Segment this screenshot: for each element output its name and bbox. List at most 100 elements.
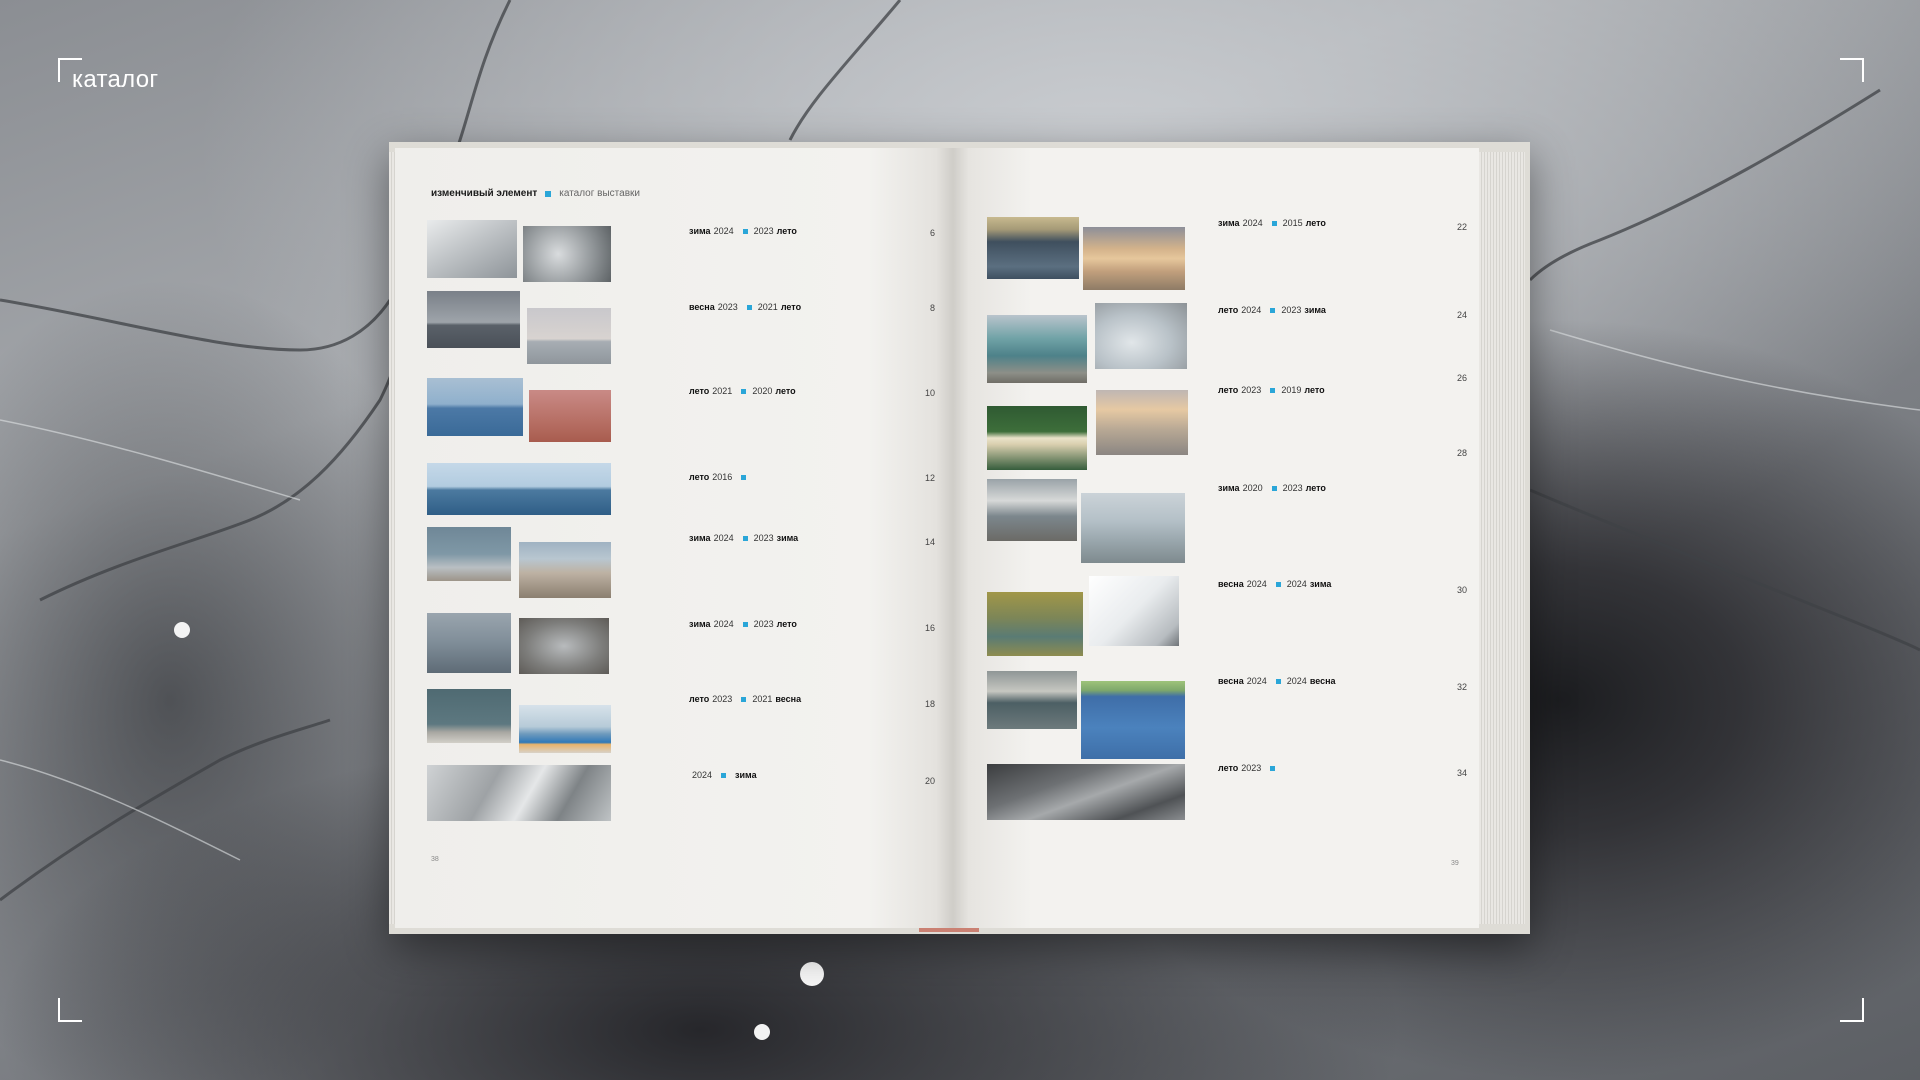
entry-season-2: лето [775, 386, 796, 396]
entry-year-2: 2021 [757, 302, 778, 312]
right-page-number: 39 [1451, 860, 1459, 867]
entry-year-1: 2024 [1242, 218, 1263, 228]
frame-corner-top-right [1840, 58, 1864, 82]
catalog-title: изменчивый элемент [431, 188, 538, 199]
photo-canal-steps [987, 671, 1077, 729]
accent-square [545, 190, 552, 197]
photo-white-fabric [1089, 576, 1179, 646]
catalog-subtitle: каталог выставки [559, 188, 640, 199]
accent-square [741, 696, 747, 702]
entry-season-1: лето [1218, 305, 1239, 315]
photo-shallow-walkers [1081, 493, 1185, 563]
entry-year-1: 2024 [713, 226, 734, 236]
accent-square [742, 228, 748, 234]
accent-square [1270, 307, 1276, 313]
catalog-entry: лето 2024 2023 зима [1218, 305, 1329, 315]
entry-season-1: лето [1218, 763, 1239, 773]
entry-season-2: лето [780, 302, 802, 312]
catalog-entry: зима 2020 2023 лето [1218, 483, 1329, 493]
entry-season-1: весна [1218, 579, 1244, 589]
entry-year-2: 2023 [753, 533, 774, 543]
entry-year-1: 2024 [713, 619, 734, 629]
entry-page-number: 14 [924, 537, 935, 547]
entry-season-1: лето [1218, 385, 1239, 395]
entry-season-1: зима [689, 226, 711, 236]
entry-page-number: 34 [1456, 768, 1467, 778]
entry-page-number: 6 [929, 228, 935, 238]
entry-season-2: лето [1305, 483, 1326, 493]
accent-square [1271, 485, 1277, 491]
catalog-entry: весна 2024 2024 весна [1218, 676, 1339, 686]
accent-square [742, 535, 748, 541]
photo-ice-puddle [1095, 303, 1187, 369]
entry-year-2: 2020 [752, 386, 773, 396]
accent-square [1271, 220, 1277, 226]
entry-year-2: 2021 [752, 694, 773, 704]
book-page-edges-right [1479, 152, 1525, 924]
photo-golden-swim [1096, 390, 1188, 455]
right-page: зима 2024 2015 лето 22 лето 2024 2023 зима 24 лето… [953, 148, 1479, 928]
entry-page-number: 26 [1456, 373, 1467, 383]
entry-season-1: зима [1218, 218, 1240, 228]
entry-season-1: зима [689, 619, 711, 629]
entry-season-2: лето [776, 226, 797, 236]
entry-season-2: зима [776, 533, 799, 543]
photo-blue-water [1081, 681, 1185, 759]
entry-year-1: 2023 [1241, 385, 1262, 395]
photo-grey-sea [427, 291, 520, 348]
entry-page-number: 32 [1456, 682, 1467, 692]
entry-year-1: 2016 [712, 472, 733, 482]
frame-corner-bottom-right [1840, 998, 1864, 1022]
entry-year-2: 2019 [1281, 385, 1302, 395]
accent-square [741, 474, 747, 480]
entry-year-1: 2023 [712, 694, 733, 704]
photo-autumn-water [987, 592, 1083, 656]
entry-season-2: лето [776, 619, 797, 629]
photo-waves-beach [427, 527, 511, 581]
left-page-number: 38 [431, 856, 439, 863]
accent-square [741, 388, 747, 394]
catalog-entry: зима 2024 2023 лето [689, 619, 800, 629]
entry-page-number: 30 [1456, 585, 1467, 595]
entry-season-1: лето [689, 386, 710, 396]
catalog-entry: весна 2023 2021 лето [689, 302, 804, 312]
catalog-entry: лето 2023 2021 весна [689, 694, 804, 704]
entry-page-number: 8 [929, 303, 935, 313]
catalog-header: изменчивый элемент каталог выставки [431, 188, 640, 199]
entry-year-2: 2023 [753, 226, 774, 236]
entry-year-2: 2023 [1281, 305, 1302, 315]
photo-ice-shard [519, 618, 609, 674]
photo-pastel-sea [527, 308, 611, 364]
entry-page-number: 24 [1456, 310, 1467, 320]
entry-page-number: 16 [924, 623, 935, 633]
spine-ribbon [919, 928, 979, 932]
photo-ice-texture [523, 226, 611, 282]
catalog-entry: зима 2024 2023 лето [689, 226, 800, 236]
photo-sunset-sea [1083, 227, 1185, 290]
entry-year-1: 2024 [1246, 579, 1267, 589]
entry-page-number: 22 [1456, 222, 1467, 232]
entry-year-1: 2021 [712, 386, 733, 396]
entry-season-1: лето [689, 472, 710, 482]
frame-corner-bottom-left [58, 998, 82, 1022]
entry-season-2: лето [1305, 218, 1326, 228]
catalog-entry: зима 2024 2015 лето [1218, 218, 1329, 228]
left-page: изменчивый элемент каталог выставки зима… [395, 148, 953, 928]
catalog-entry: лето 2023 2019 лето [1218, 385, 1328, 395]
entry-season-2: зима [735, 770, 757, 780]
entry-season-2: весна [1309, 676, 1336, 686]
photo-pink-wall [529, 390, 611, 442]
catalog-entry: 2024 зима [689, 770, 760, 780]
entry-page-number: 12 [924, 473, 935, 483]
photo-cloudy-shore [987, 479, 1077, 541]
entry-season-1: зима [689, 533, 711, 543]
entry-year-2: 2023 [753, 619, 774, 629]
entry-year-1: 2024 [1246, 676, 1267, 686]
photo-pool-edge [519, 705, 611, 753]
entry-page-number: 18 [924, 699, 935, 709]
photo-river-ice [987, 217, 1079, 279]
entry-season-2: лето [1304, 385, 1325, 395]
entry-season-1: весна [1218, 676, 1244, 686]
accent-square [1270, 387, 1276, 393]
entry-page-number: 28 [1456, 448, 1467, 458]
